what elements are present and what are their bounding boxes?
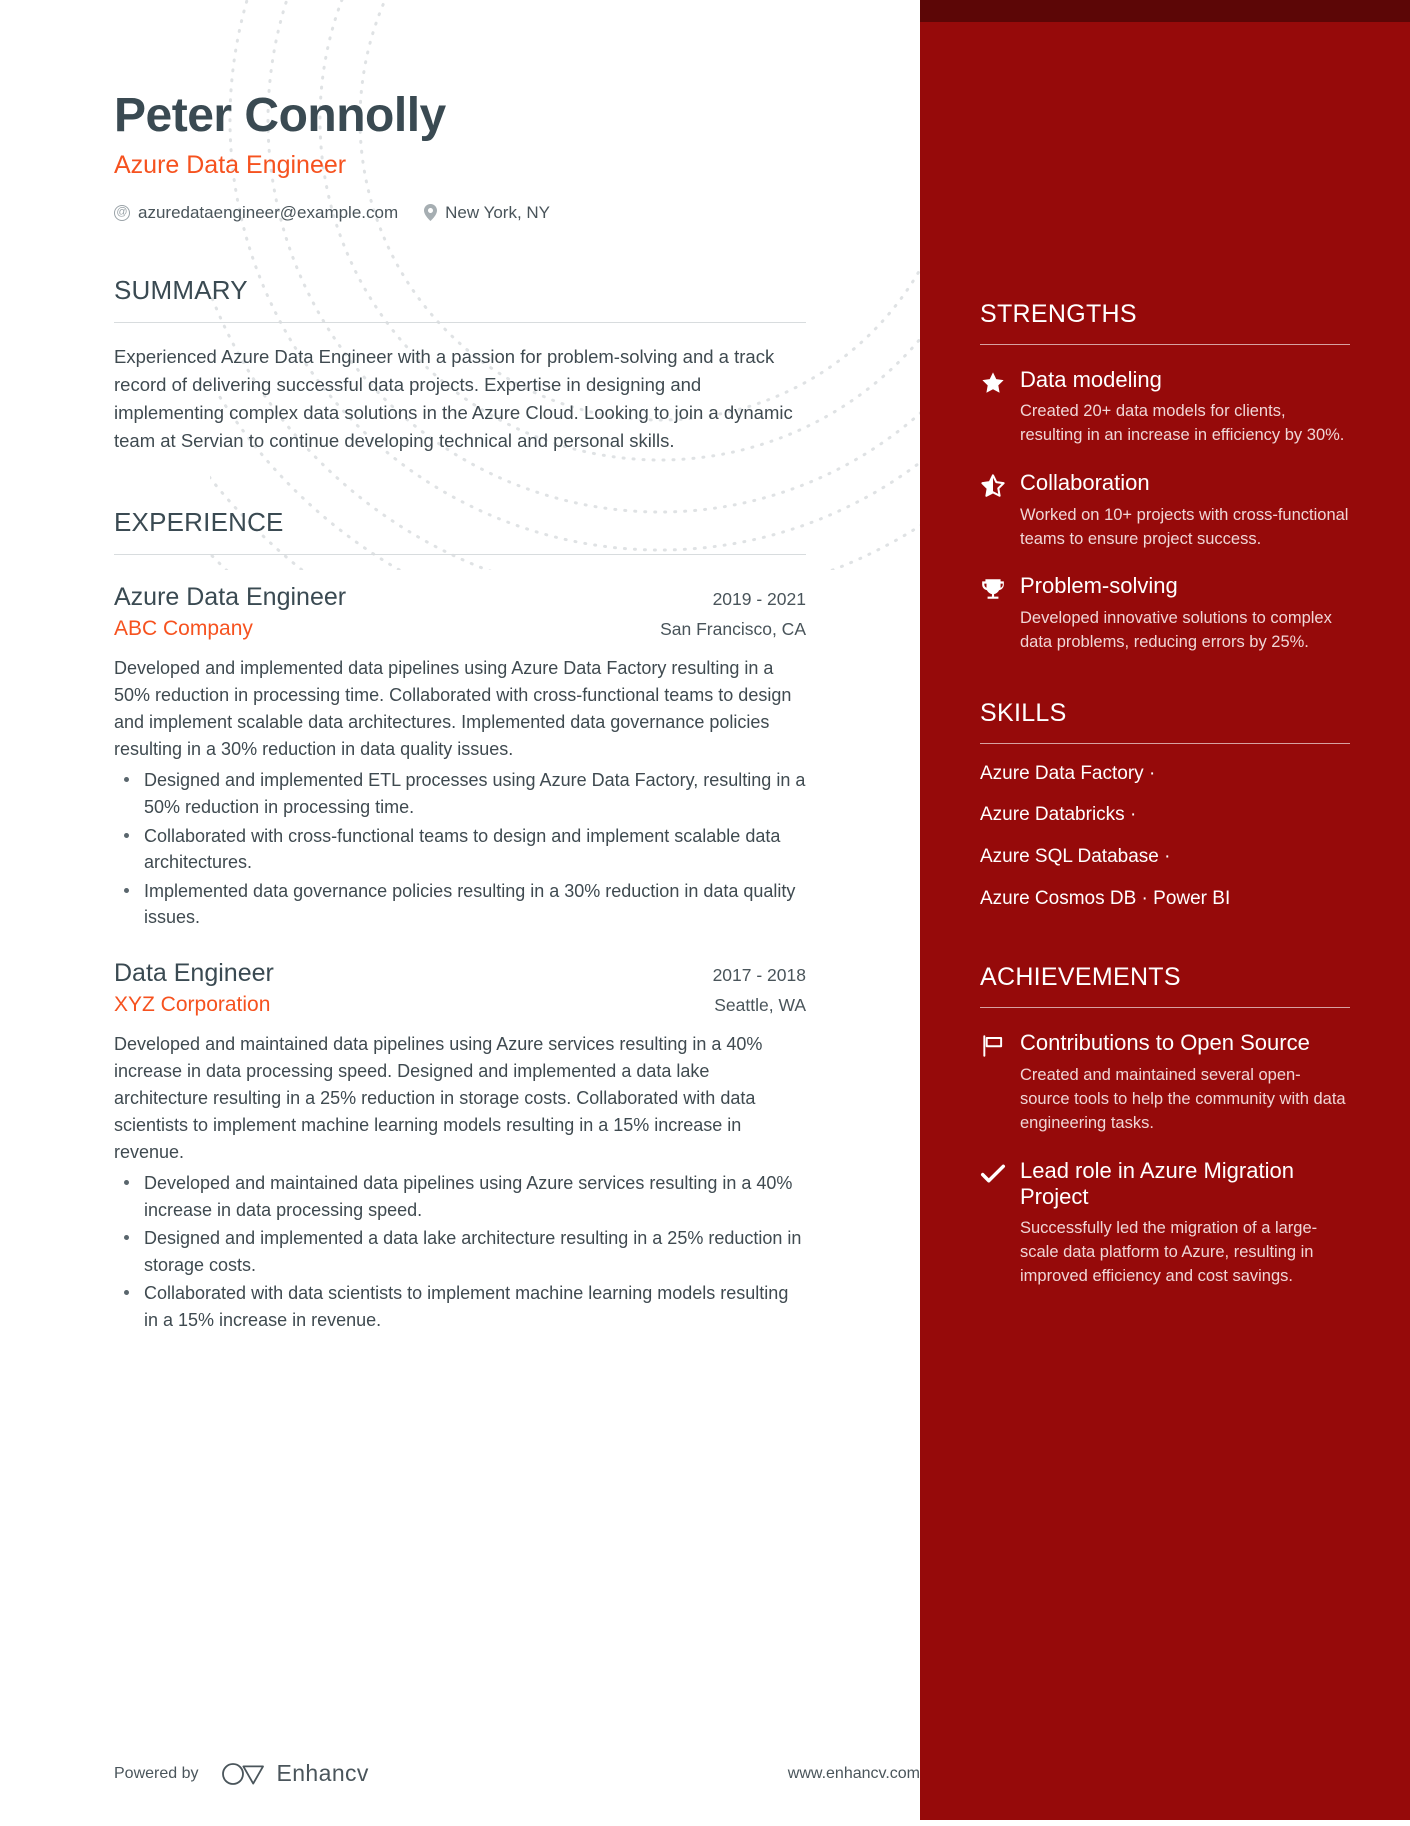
- summary-title: SUMMARY: [114, 274, 248, 305]
- job-dates: 2019 - 2021: [712, 589, 806, 610]
- achievement-item: Contributions to Open Source Created and…: [980, 1030, 1350, 1135]
- job-bullet: Designed and implemented ETL processes u…: [114, 767, 806, 820]
- job-title: Azure Data Engineer: [114, 583, 347, 612]
- strength-item: Data modeling Created 20+ data models fo…: [980, 367, 1350, 448]
- strength-name: Collaboration: [1020, 470, 1150, 496]
- star-filled-icon: [980, 370, 1006, 396]
- strengths-section: STRENGTHS Data modeling Created 20+ data…: [980, 300, 1350, 655]
- location-text: New York, NY: [445, 202, 551, 222]
- job-bullet: Implemented data governance policies res…: [114, 878, 806, 931]
- strength-body: Data modeling Created 20+ data models fo…: [1020, 367, 1350, 448]
- strength-body: Collaboration Worked on 10+ projects wit…: [1020, 470, 1350, 551]
- strength-item: Collaboration Worked on 10+ projects wit…: [980, 470, 1350, 551]
- contact-email[interactable]: @ azuredataengineer@example.com: [114, 203, 398, 223]
- skill-line: Azure SQL Database ·: [980, 846, 1171, 868]
- summary-text: Experienced Azure Data Engineer with a p…: [114, 345, 793, 452]
- job-title-row: Data Engineer 2017 - 2018: [114, 957, 806, 990]
- strength-description: Developed innovative solutions to comple…: [1020, 608, 1332, 651]
- strength-body: Problem-solving Developed innovative sol…: [1020, 573, 1350, 654]
- enhancv-brand-text: Enhancv: [276, 1760, 369, 1786]
- achievement-body: Contributions to Open Source Created and…: [1020, 1030, 1350, 1135]
- location-pin-icon: [424, 204, 438, 222]
- job-company-row: ABC Company San Francisco, CA: [114, 614, 806, 643]
- powered-by-label: Powered by: [114, 1764, 199, 1782]
- job-description: Developed and maintained data pipelines …: [114, 1033, 763, 1162]
- summary-divider: [114, 321, 806, 323]
- summary-section: SUMMARY Experienced Azure Data Engineer …: [114, 275, 806, 455]
- job-location: San Francisco, CA: [660, 618, 806, 639]
- email-text: azuredataengineer@example.com: [138, 202, 399, 222]
- achievement-item: Lead role in Azure Migration Project Suc…: [980, 1158, 1350, 1290]
- strength-description: Worked on 10+ projects with cross-functi…: [1020, 505, 1349, 548]
- main-column: Peter Connolly Azure Data Engineer @ azu…: [0, 0, 920, 1826]
- achievements-divider: [980, 1007, 1350, 1009]
- enhancv-url[interactable]: www.enhancv.com: [788, 1765, 920, 1783]
- job-bullet: Developed and maintained data pipelines …: [114, 1170, 806, 1223]
- strength-description: Created 20+ data models for clients, res…: [1020, 402, 1345, 445]
- job-company: ABC Company: [114, 616, 253, 640]
- strengths-divider: [980, 344, 1350, 345]
- sidebar: STRENGTHS Data modeling Created 20+ data…: [920, 0, 1410, 1820]
- job-bullet: Collaborated with cross-functional teams…: [114, 823, 806, 876]
- trophy-icon: [980, 576, 1006, 602]
- strength-name: Data modeling: [1020, 367, 1162, 392]
- experience-section: EXPERIENCE Azure Data Engineer 2019 - 20…: [114, 507, 806, 1333]
- skill-line: Azure Cosmos DB · Power BI: [980, 887, 1231, 909]
- job-bullet-list: Designed and implemented ETL processes u…: [114, 767, 806, 931]
- enhancv-logo-icon: [221, 1762, 267, 1786]
- contact-location: New York, NY: [424, 203, 550, 223]
- achievement-description: Created and maintained several open-sour…: [1020, 1065, 1346, 1132]
- skills-title: SKILLS: [980, 698, 1067, 727]
- flag-icon: [980, 1033, 1006, 1059]
- job-description: Developed and implemented data pipelines…: [114, 658, 792, 760]
- experience-divider: [114, 554, 806, 556]
- sidebar-top-strip: [920, 0, 1410, 22]
- achievement-name: Lead role in Azure Migration Project: [1020, 1157, 1294, 1209]
- job-bullet: Collaborated with data scientists to imp…: [114, 1280, 806, 1333]
- skill-line: Azure Databricks ·: [980, 804, 1137, 826]
- strengths-title: STRENGTHS: [980, 300, 1137, 328]
- achievement-body: Lead role in Azure Migration Project Suc…: [1020, 1158, 1350, 1290]
- skills-divider: [980, 742, 1350, 744]
- candidate-name: Peter Connolly: [114, 89, 446, 142]
- resume-page: Peter Connolly Azure Data Engineer @ azu…: [0, 0, 1410, 1826]
- job-location: Seattle, WA: [714, 994, 806, 1015]
- skills-section: SKILLS Azure Data Factory · Azure Databr…: [980, 699, 1350, 912]
- candidate-role: Azure Data Engineer: [114, 150, 347, 179]
- job-company: XYZ Corporation: [114, 992, 271, 1016]
- skills-list: Azure Data Factory · Azure Databricks · …: [980, 762, 1350, 912]
- job-bullet: Designed and implemented a data lake arc…: [114, 1225, 806, 1278]
- experience-entry: Data Engineer 2017 - 2018 XYZ Corporatio…: [114, 957, 806, 1334]
- achievement-description: Successfully led the migration of a larg…: [1020, 1219, 1318, 1286]
- strength-name: Problem-solving: [1020, 573, 1178, 599]
- achievements-title: ACHIEVEMENTS: [980, 963, 1181, 992]
- job-dates: 2017 - 2018: [712, 965, 806, 985]
- job-bullet-list: Developed and maintained data pipelines …: [114, 1170, 806, 1334]
- strength-item: Problem-solving Developed innovative sol…: [980, 573, 1350, 654]
- achievements-section: ACHIEVEMENTS Contributions to Open Sourc…: [980, 963, 1350, 1289]
- experience-entry: Azure Data Engineer 2019 - 2021 ABC Comp…: [114, 581, 806, 931]
- contact-list: @ azuredataengineer@example.com New York…: [114, 203, 806, 223]
- footer: Powered by Enhancv www.enhancv.com: [114, 1760, 920, 1787]
- at-icon: @: [114, 204, 130, 221]
- achievement-name: Contributions to Open Source: [1020, 1030, 1310, 1056]
- star-half-icon: [980, 473, 1006, 499]
- job-company-row: XYZ Corporation Seattle, WA: [114, 990, 806, 1019]
- skill-line: Azure Data Factory ·: [980, 762, 1156, 784]
- experience-title: EXPERIENCE: [114, 507, 284, 538]
- job-title-row: Azure Data Engineer 2019 - 2021: [114, 581, 806, 614]
- resume-header: Peter Connolly Azure Data Engineer @ azu…: [114, 0, 806, 223]
- job-title: Data Engineer: [114, 959, 274, 987]
- check-icon: [980, 1161, 1006, 1187]
